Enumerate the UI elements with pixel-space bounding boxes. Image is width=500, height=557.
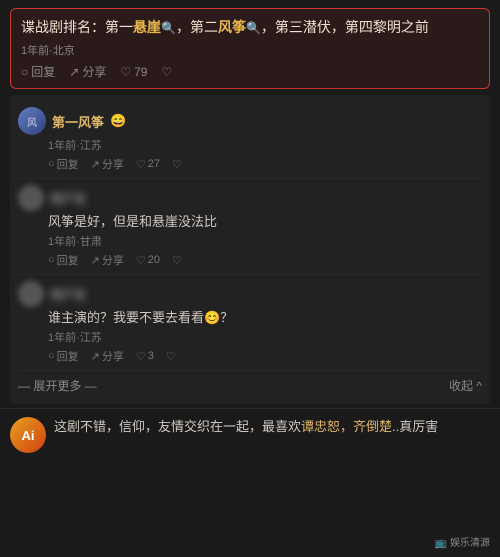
sub-share-1[interactable]: ↗ 分享	[91, 156, 124, 172]
sub-comment-1: 风 第一风筝 😄 1年前·江苏 ○ 回复 ↗ 分享 ♡	[18, 101, 482, 179]
heart-icon-2: ♡	[172, 254, 182, 267]
like-button[interactable]: ♡ 79	[120, 65, 147, 79]
sub-comment-3-meta: 1年前·江苏	[48, 329, 482, 345]
bottom-comment-content: 这剧不错，信仰，友情交织在一起，最喜欢谭忠恕，齐倒楚..真厉害	[54, 417, 438, 437]
share-icon: ↗	[69, 65, 79, 79]
sub-comment-2-header: 用户名	[18, 185, 482, 211]
sub-comment-2-text: 风筝是好，但是和悬崖没法比	[48, 213, 482, 231]
collapse-button[interactable]: 收起 ^	[449, 377, 482, 394]
sub-comment-1-actions: ○ 回复 ↗ 分享 ♡ 27 ♡	[48, 156, 482, 172]
expand-row: — 展开更多 — 收起 ^	[18, 373, 482, 398]
sub-comment-3: 用户名 谁主演的？我要不要去看看😊？ 1年前·江苏 ○ 回复 ↗ 分享 ♡	[18, 275, 482, 371]
username-blurred-3: 用户名	[50, 286, 86, 303]
top-comment-text: 谍战剧排名：第一悬崖🔍，第二风筝🔍，第三潜伏，第四黎明之前	[21, 17, 479, 38]
sub-comment-2: 用户名 风筝是好，但是和悬崖没法比 1年前·甘肃 ○ 回复 ↗ 分享 ♡	[18, 179, 482, 275]
share-button[interactable]: ↗ 分享	[69, 63, 106, 80]
sub-comment-3-body: 谁主演的？我要不要去看看😊？ 1年前·江苏 ○ 回复 ↗ 分享 ♡ 3	[48, 309, 482, 364]
heart-icon-3: ♡	[166, 350, 176, 363]
sub-comment-3-header: 用户名	[18, 281, 482, 307]
avatar-blurred-3	[18, 281, 44, 307]
sub-comment-2-body: 风筝是好，但是和悬崖没法比 1年前·甘肃 ○ 回复 ↗ 分享 ♡ 20	[48, 213, 482, 268]
bottom-comment-text: 这剧不错，信仰，友情交织在一起，最喜欢谭忠恕，齐倒楚..真厉害	[54, 417, 438, 437]
like-icon-3: ♡	[136, 350, 146, 363]
reply-icon-2: ○	[48, 254, 55, 266]
top-comment-meta: 1年前·北京	[21, 42, 479, 58]
sub-reply-1[interactable]: ○ 回复	[48, 156, 79, 172]
avatar-fenzheng: 风	[18, 107, 46, 135]
like-icon-2: ♡	[136, 254, 146, 267]
sub-comment-3-text: 谁主演的？我要不要去看看😊？	[48, 309, 482, 327]
username-blurred-2: 用户名	[50, 190, 86, 207]
username-fenzheng: 第一风筝	[52, 112, 104, 131]
heart-icon-1: ♡	[172, 158, 182, 171]
sub-like-2[interactable]: ♡ 20	[136, 254, 160, 267]
expand-more-button[interactable]: — 展开更多 —	[18, 377, 97, 394]
reply-icon-3: ○	[48, 350, 55, 362]
sub-like-3[interactable]: ♡ 3	[136, 350, 154, 363]
sub-reply-3[interactable]: ○ 回复	[48, 348, 79, 364]
like-icon-1: ♡	[136, 158, 146, 171]
share-icon-2: ↗	[91, 254, 100, 267]
sub-comments-container: 风 第一风筝 😄 1年前·江苏 ○ 回复 ↗ 分享 ♡	[10, 95, 490, 404]
top-comment-card: 谍战剧排名：第一悬崖🔍，第二风筝🔍，第三潜伏，第四黎明之前 1年前·北京 ○ 回…	[10, 8, 490, 89]
reply-button[interactable]: ○ 回复	[21, 63, 55, 80]
bottom-comment-area: Ai 这剧不错，信仰，友情交织在一起，最喜欢谭忠恕，齐倒楚..真厉害	[10, 417, 490, 453]
sub-like-1[interactable]: ♡ 27	[136, 158, 160, 171]
sub-comment-3-actions: ○ 回复 ↗ 分享 ♡ 3 ♡	[48, 348, 482, 364]
sub-reply-2[interactable]: ○ 回复	[48, 252, 79, 268]
highlight-fenzheng: 风筝	[218, 19, 246, 35]
bottom-avatar: Ai	[10, 417, 46, 453]
top-comment-actions: ○ 回复 ↗ 分享 ♡ 79 ♡	[21, 63, 479, 80]
sub-comment-2-meta: 1年前·甘肃	[48, 233, 482, 249]
main-container: 谍战剧排名：第一悬崖🔍，第二风筝🔍，第三潜伏，第四黎明之前 1年前·北京 ○ 回…	[0, 0, 500, 557]
reply-icon: ○	[21, 65, 28, 79]
bottom-highlight: 谭忠恕，齐倒楚	[301, 419, 392, 434]
reply-icon-1: ○	[48, 158, 55, 170]
share-icon-3: ↗	[91, 350, 100, 363]
divider	[0, 408, 500, 409]
sub-comment-1-meta: 1年前·江苏	[48, 137, 482, 153]
like-icon: ♡	[120, 65, 131, 79]
share-icon-1: ↗	[91, 158, 100, 171]
sub-comment-1-header: 风 第一风筝 😄	[18, 107, 482, 135]
source-badge: 📺 娱乐清源	[435, 534, 490, 549]
sub-share-3[interactable]: ↗ 分享	[91, 348, 124, 364]
emoji-smile: 😄	[110, 113, 126, 129]
avatar-blurred-2	[18, 185, 44, 211]
sub-comment-1-body: 1年前·江苏 ○ 回复 ↗ 分享 ♡ 27 ♡	[48, 137, 482, 172]
heart-icon: ♡	[161, 65, 172, 79]
sub-comment-2-actions: ○ 回复 ↗ 分享 ♡ 20 ♡	[48, 252, 482, 268]
source-text: 📺	[435, 538, 450, 549]
sub-share-2[interactable]: ↗ 分享	[91, 252, 124, 268]
highlight-xuanya: 悬崖	[133, 19, 161, 35]
